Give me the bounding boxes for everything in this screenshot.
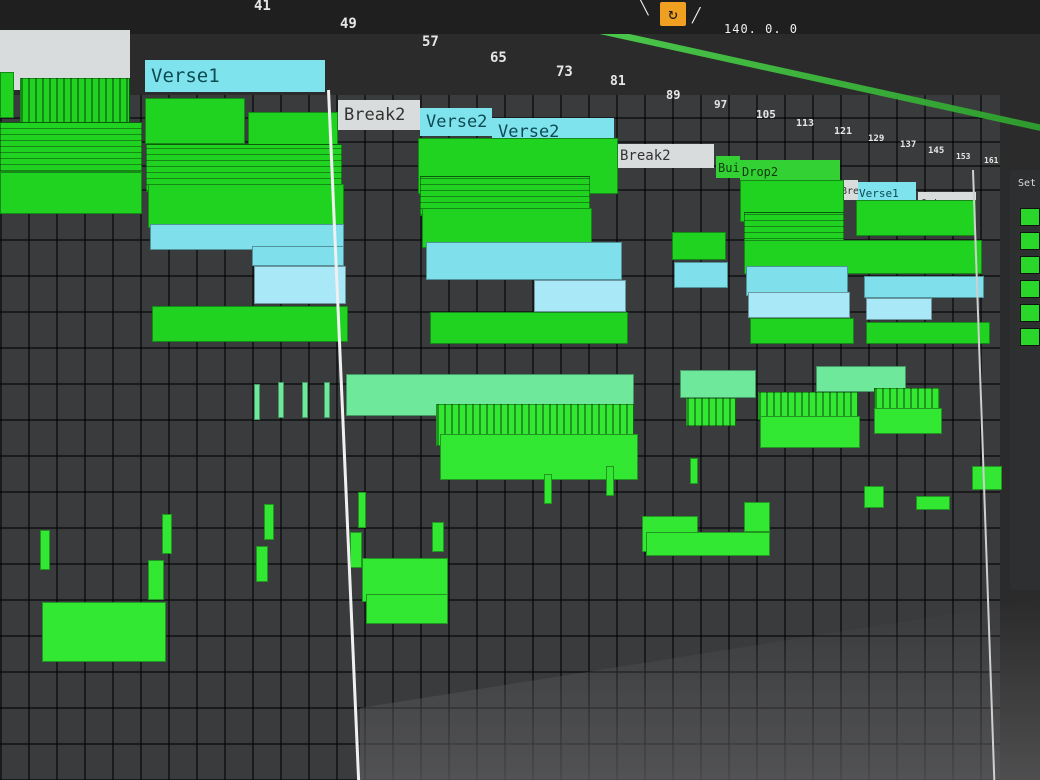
clip[interactable] <box>324 382 330 418</box>
clip[interactable] <box>864 276 984 298</box>
clip[interactable] <box>690 458 698 484</box>
clip[interactable] <box>162 514 172 554</box>
clip[interactable] <box>145 98 245 144</box>
clip[interactable] <box>426 242 622 280</box>
ruler-tick: 137 <box>900 140 917 150</box>
clip[interactable] <box>646 532 770 556</box>
clip[interactable] <box>256 546 268 582</box>
clip[interactable] <box>252 246 344 266</box>
ruler-tick: 97 <box>714 98 728 111</box>
clip[interactable] <box>152 306 348 342</box>
clip[interactable] <box>744 502 770 532</box>
clip[interactable] <box>302 382 308 418</box>
clip[interactable] <box>686 398 736 426</box>
clip[interactable] <box>916 496 950 510</box>
arrangement-view: 41 49 57 65 73 81 89 97 105 113 121 129 … <box>0 0 1040 780</box>
clip[interactable] <box>866 322 990 344</box>
ruler-tick: 73 <box>556 64 573 80</box>
clip[interactable] <box>366 594 448 624</box>
clip[interactable] <box>534 280 626 312</box>
bar-ruler[interactable]: 41 49 <box>0 0 1040 34</box>
clip[interactable] <box>680 370 756 398</box>
locator-build[interactable]: Buil <box>716 156 747 178</box>
locator-verse1-b[interactable]: Verse1 <box>858 182 916 202</box>
loop-switch-button[interactable]: ↻ <box>660 2 686 26</box>
clip[interactable] <box>350 532 362 568</box>
ruler-tick: 129 <box>868 134 885 144</box>
clip[interactable] <box>864 486 884 508</box>
clip[interactable] <box>672 232 726 260</box>
curve-icon: ╱ <box>692 8 701 24</box>
locator-verse1[interactable]: Verse1 <box>145 60 325 92</box>
track-activator-button[interactable] <box>1020 256 1040 274</box>
track-activator-button[interactable] <box>1020 328 1040 346</box>
ruler-tick: 153 <box>956 152 971 161</box>
side-panel-label: Set <box>1018 178 1037 189</box>
ruler-tick: 81 <box>610 74 626 89</box>
draw-mode-icon[interactable]: ╲ <box>640 0 648 16</box>
clip[interactable] <box>254 384 260 420</box>
track-activator-button[interactable] <box>1020 304 1040 322</box>
clip[interactable] <box>430 312 628 344</box>
tempo-display[interactable]: 140. 0. 0 <box>724 22 798 36</box>
ruler-tick: 161 <box>984 156 999 165</box>
locator-break2-b[interactable]: Break2 <box>614 144 714 168</box>
ruler-tick: 65 <box>490 50 507 66</box>
locator-break2[interactable]: Break2 <box>338 100 420 130</box>
clip[interactable] <box>0 122 142 172</box>
locator-drop2[interactable]: Drop2 <box>740 160 840 182</box>
ruler-tick: 41 <box>254 0 271 14</box>
clip[interactable] <box>264 504 274 540</box>
ruler-tick: 145 <box>928 146 945 156</box>
clip[interactable] <box>748 292 850 318</box>
clip[interactable] <box>358 492 366 528</box>
ruler-tick: 105 <box>756 108 776 121</box>
track-activator-button[interactable] <box>1020 232 1040 250</box>
clip[interactable] <box>674 262 728 288</box>
clip[interactable] <box>42 602 166 662</box>
clip[interactable] <box>40 530 50 570</box>
clip[interactable] <box>606 466 614 496</box>
track-activator-button[interactable] <box>1020 280 1040 298</box>
clip[interactable] <box>432 522 444 552</box>
track-activator-button[interactable] <box>1020 208 1040 226</box>
clip[interactable] <box>148 184 344 228</box>
bar-ruler-lower[interactable]: 57 65 73 <box>330 30 1040 80</box>
clip[interactable] <box>866 298 932 320</box>
clip[interactable] <box>856 200 976 236</box>
clip[interactable] <box>254 266 346 304</box>
clip[interactable] <box>874 408 942 434</box>
clip[interactable] <box>750 318 854 344</box>
clip[interactable] <box>0 72 14 118</box>
locator-verse2[interactable]: Verse2 <box>420 108 492 136</box>
clip[interactable] <box>148 560 164 600</box>
loop-icon: ↻ <box>668 4 678 23</box>
ruler-tick: 113 <box>796 118 815 129</box>
clip[interactable] <box>760 416 860 448</box>
ruler-tick: 121 <box>834 126 853 137</box>
clip[interactable] <box>0 172 142 214</box>
draw-mode-button[interactable]: ╱ <box>692 8 700 24</box>
clip[interactable] <box>544 474 552 504</box>
ruler-tick: 57 <box>422 34 439 50</box>
clip[interactable] <box>972 466 1002 490</box>
clip[interactable] <box>278 382 284 418</box>
ruler-tick: 89 <box>666 88 681 102</box>
